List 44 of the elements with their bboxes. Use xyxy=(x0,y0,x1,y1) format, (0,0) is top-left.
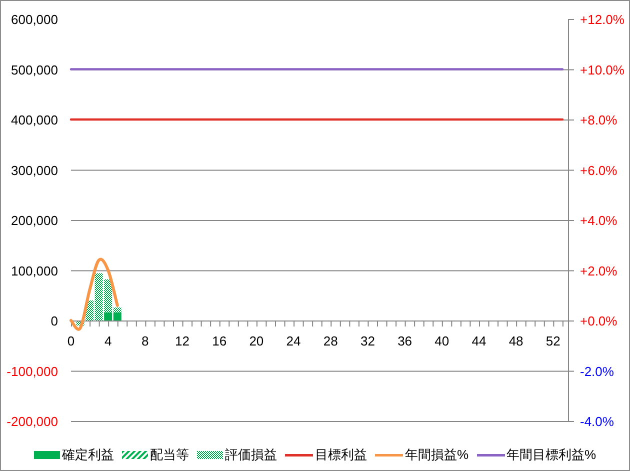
axis-label: +4.0% xyxy=(580,213,618,228)
legend-swatch-icon xyxy=(196,451,223,459)
axis-label: 100,000 xyxy=(11,263,58,278)
legend-swatch-icon xyxy=(34,451,60,459)
axis-label: +0.0% xyxy=(580,314,618,328)
legend-label: 目標利益 xyxy=(314,446,367,464)
legend-swatch-icon xyxy=(476,451,504,459)
axis-label: 0 xyxy=(50,314,58,328)
axis-label: +8.0% xyxy=(580,112,618,128)
axis-label: -200,000 xyxy=(6,414,58,429)
axis-label: -2.0% xyxy=(580,364,614,379)
legend-swatch-icon xyxy=(284,451,313,459)
axis-label: 40 xyxy=(434,334,450,348)
axis-label: 12 xyxy=(175,334,190,348)
axis-label: -4.0% xyxy=(580,414,614,429)
axis-label: +6.0% xyxy=(580,162,618,178)
axis-label: -100,000 xyxy=(6,364,58,379)
axis-label: 20 xyxy=(249,334,264,348)
axis-label: 36 xyxy=(398,334,412,348)
legend-label: 配当等 xyxy=(150,446,189,464)
axis-label: 400,000 xyxy=(11,112,58,128)
axis-label: +2.0% xyxy=(580,263,618,278)
axis-label: 24 xyxy=(286,334,301,348)
legend-label: 年間損益% xyxy=(404,446,468,464)
axis-label: 32 xyxy=(360,334,375,348)
axis-label: +10.0% xyxy=(580,62,624,78)
axis-label: 52 xyxy=(546,334,560,348)
axis-label: 28 xyxy=(323,334,338,348)
axis-label: 4 xyxy=(104,334,112,348)
axis-label: +12.0% xyxy=(580,12,624,27)
axis-label: 600,000 xyxy=(11,12,58,27)
legend-label: 評価損益 xyxy=(224,446,277,464)
axis-label: 48 xyxy=(508,334,524,348)
legend-label: 確定利益 xyxy=(62,446,114,464)
axis-label: 500,000 xyxy=(11,62,58,78)
legend-swatch-icon xyxy=(374,451,403,459)
axis-label: 16 xyxy=(212,334,227,348)
axis-label: 44 xyxy=(472,334,486,348)
axis-label: 200,000 xyxy=(11,213,58,228)
legend-label: 年間目標利益% xyxy=(506,446,596,464)
axis-label: 300,000 xyxy=(11,162,58,178)
axis-label: 0 xyxy=(67,334,75,348)
legend-swatch-icon xyxy=(122,451,148,459)
axis-label: 8 xyxy=(142,334,149,348)
